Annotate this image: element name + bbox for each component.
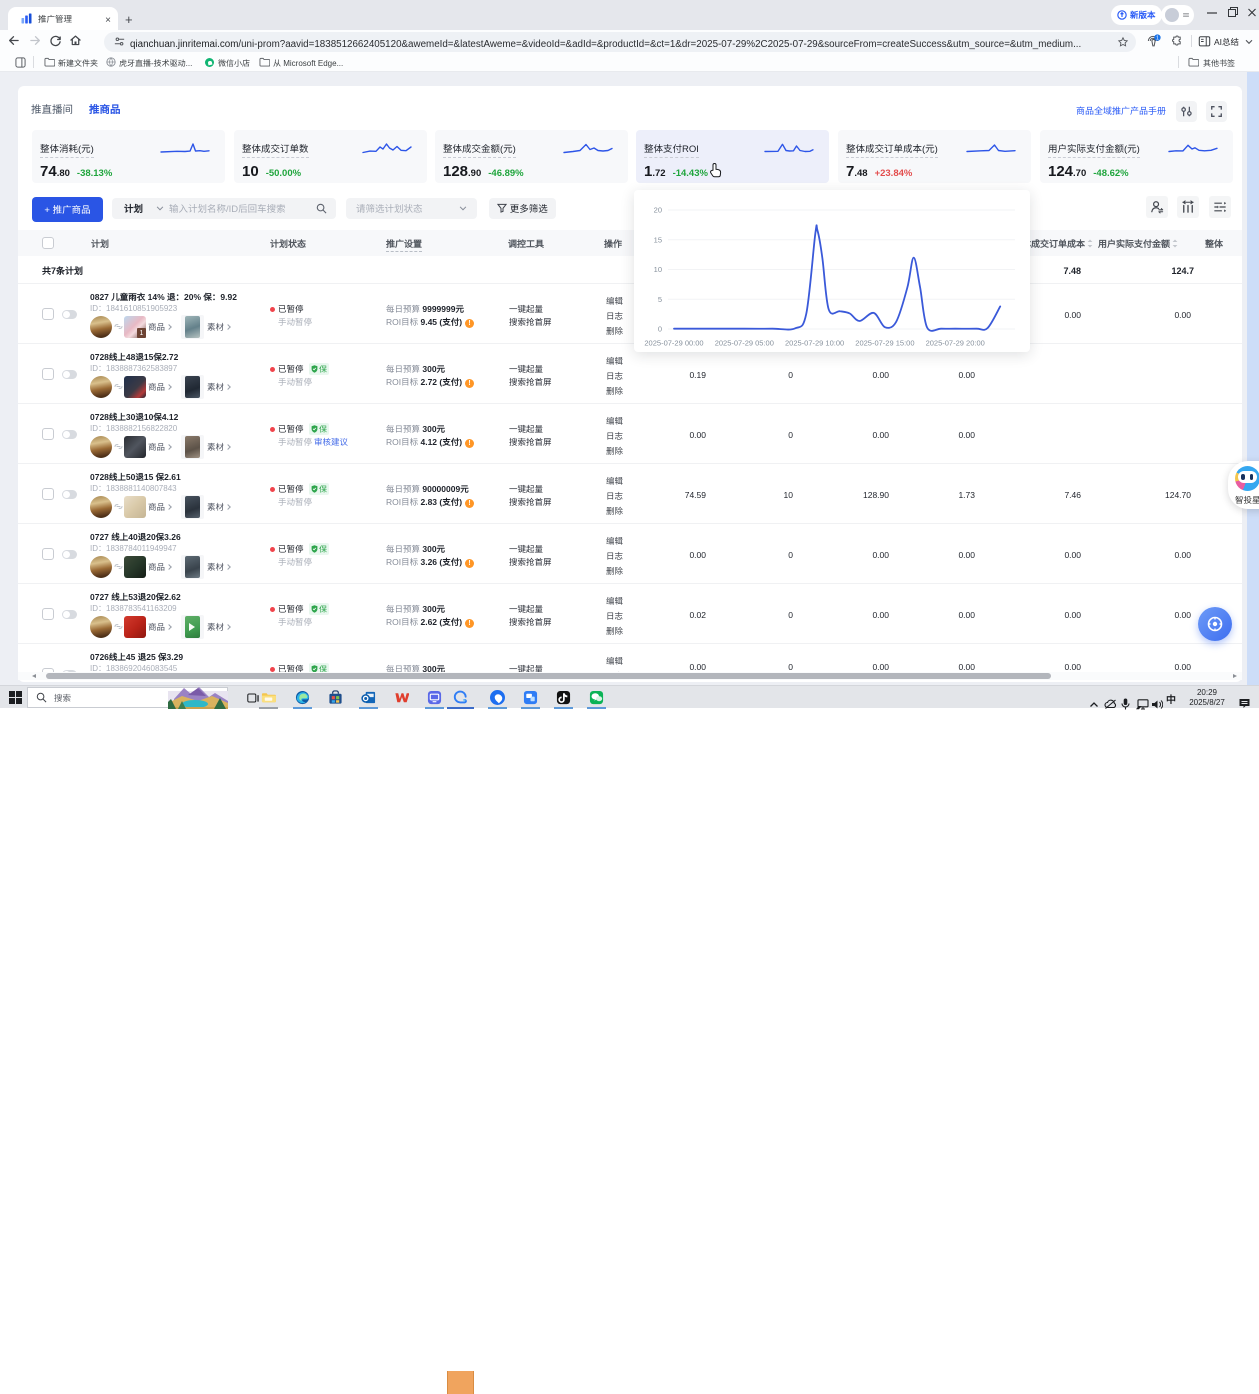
svg-text:10: 10: [654, 264, 662, 275]
svg-text:15: 15: [654, 235, 662, 246]
svg-text:1: 1: [1156, 36, 1159, 42]
svg-text:2025-07-29 20:00: 2025-07-29 20:00: [926, 338, 985, 349]
svg-text:20: 20: [654, 205, 662, 216]
svg-text:2025-07-29 00:00: 2025-07-29 00:00: [644, 338, 703, 349]
svg-text:0: 0: [658, 324, 662, 335]
svg-text:2025-07-29 05:00: 2025-07-29 05:00: [715, 338, 774, 349]
svg-text:5: 5: [658, 294, 662, 305]
svg-text:2025-07-29 15:00: 2025-07-29 15:00: [855, 338, 914, 349]
svg-text:2025-07-29 10:00: 2025-07-29 10:00: [785, 338, 844, 349]
